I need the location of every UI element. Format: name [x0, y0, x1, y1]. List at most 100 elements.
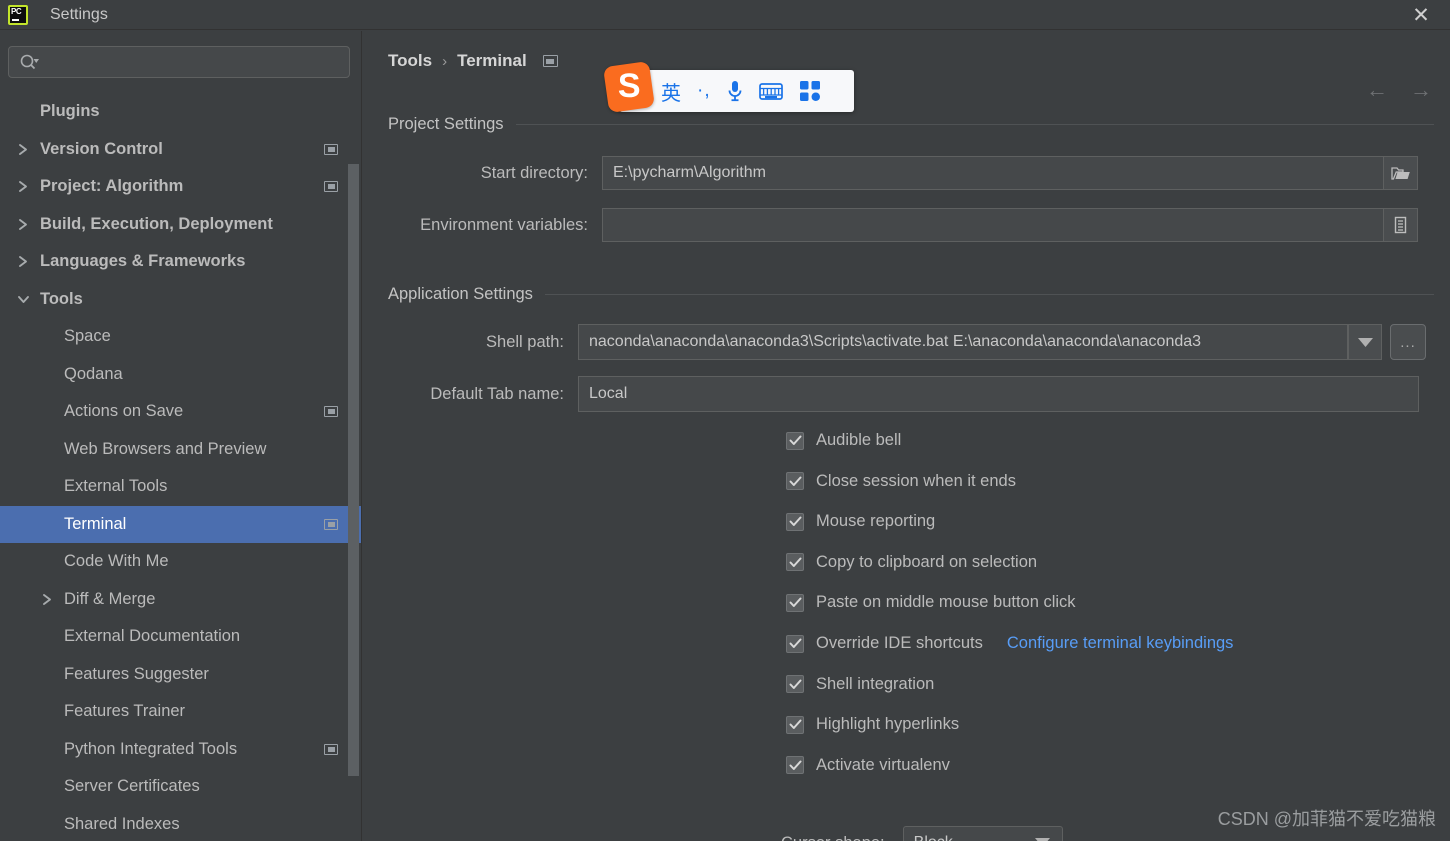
folder-open-icon[interactable] — [1384, 156, 1418, 190]
checkbox-label: Paste on middle mouse button click — [816, 593, 1076, 612]
settings-main-panel: Tools › Terminal ← → Project Settings St… — [363, 31, 1450, 841]
project-settings-section-header: Project Settings — [388, 115, 1434, 134]
sidebar-item-code-with-me[interactable]: Code With Me — [0, 543, 361, 581]
configure-terminal-keybindings-link[interactable]: Configure terminal keybindings — [1007, 634, 1234, 653]
sidebar-item-languages-frameworks[interactable]: Languages & Frameworks — [0, 243, 361, 281]
checkbox-label: Audible bell — [816, 431, 902, 449]
environment-variables-label: Environment variables: — [420, 215, 588, 234]
sidebar-item-external-tools[interactable]: External Tools — [0, 468, 361, 506]
sidebar-item-version-control[interactable]: Version Control — [0, 131, 361, 169]
sidebar-item-label: Terminal — [64, 514, 127, 533]
apps-grid-icon[interactable] — [799, 80, 821, 102]
sidebar-item-plugins[interactable]: Plugins — [0, 93, 361, 131]
pycharm-logo-text: PC — [11, 6, 22, 16]
ime-language-mode-button[interactable]: 英 — [661, 77, 681, 106]
sidebar-item-label: Languages & Frameworks — [40, 252, 246, 271]
checkmark-icon[interactable] — [786, 472, 804, 491]
start-directory-input[interactable] — [602, 156, 1384, 190]
close-icon[interactable]: ✕ — [1406, 0, 1436, 30]
sidebar-item-label: Code With Me — [64, 552, 169, 571]
checkbox-activate-virtualenv[interactable]: Activate virtualenv — [786, 756, 950, 775]
settings-sidebar: Plugins Version Control Project: Algorithm… — [0, 31, 362, 841]
microphone-icon[interactable] — [727, 79, 743, 103]
default-tab-name-label: Default Tab name: — [430, 384, 564, 403]
nav-back-icon[interactable]: ← — [1366, 79, 1388, 101]
search-input[interactable] — [45, 54, 349, 70]
breadcrumb-current: Terminal — [457, 51, 527, 70]
nav-forward-icon[interactable]: → — [1410, 79, 1432, 101]
keyboard-icon[interactable] — [758, 82, 783, 101]
chevron-right-icon[interactable] — [16, 255, 30, 269]
sidebar-item-label: Features Trainer — [64, 702, 186, 721]
checkbox-paste-on-middle-mouse-button-click[interactable]: Paste on middle mouse button click — [786, 593, 1076, 612]
sidebar-item-build-execution-deployment[interactable]: Build, Execution, Deployment — [0, 206, 361, 244]
search-field[interactable] — [8, 46, 350, 78]
checkmark-icon[interactable] — [786, 634, 804, 653]
sidebar-item-features-suggester[interactable]: Features Suggester — [0, 656, 361, 694]
sidebar-item-shared-indexes[interactable]: Shared Indexes — [0, 806, 361, 841]
sidebar-item-label: Project: Algorithm — [40, 177, 184, 196]
navigation-arrows: ← → — [1366, 79, 1432, 101]
ime-punctuation-toggle-button[interactable]: ·, — [697, 80, 711, 102]
chevron-down-icon[interactable] — [16, 292, 30, 306]
sidebar-item-external-documentation[interactable]: External Documentation — [0, 618, 361, 656]
checkbox-override-ide-shortcuts[interactable]: Override IDE shortcuts Configure terminal… — [786, 634, 1233, 653]
checkmark-icon[interactable] — [786, 593, 804, 612]
window-title-bar: PC Settings ✕ — [0, 0, 1450, 30]
sidebar-item-tools[interactable]: Tools — [0, 281, 361, 319]
sidebar-scrollbar[interactable] — [348, 164, 359, 776]
start-directory-label: Start directory: — [480, 163, 588, 182]
checkmark-icon[interactable] — [786, 431, 804, 450]
checkmark-icon[interactable] — [786, 553, 804, 572]
shell-path-input[interactable] — [578, 324, 1348, 360]
project-settings-title: Project Settings — [388, 115, 504, 133]
chevron-right-icon[interactable] — [16, 180, 30, 194]
project-level-indicator-icon — [324, 143, 338, 155]
checkbox-shell-integration[interactable]: Shell integration — [786, 675, 934, 694]
pycharm-logo-bar — [12, 18, 19, 21]
sidebar-item-diff-merge[interactable]: Diff & Merge — [0, 581, 361, 619]
default-tab-name-input[interactable] — [578, 376, 1419, 412]
sidebar-item-web-browsers-and-preview[interactable]: Web Browsers and Preview — [0, 431, 361, 469]
checkbox-highlight-hyperlinks[interactable]: Highlight hyperlinks — [786, 715, 959, 734]
checkbox-copy-to-clipboard-on-selection[interactable]: Copy to clipboard on selection — [786, 553, 1037, 572]
checkmark-icon[interactable] — [786, 756, 804, 775]
sidebar-item-python-integrated-tools[interactable]: Python Integrated Tools — [0, 731, 361, 769]
sidebar-item-space[interactable]: Space — [0, 318, 361, 356]
sogou-logo-icon[interactable]: S — [603, 61, 655, 113]
settings-tree: Plugins Version Control Project: Algorithm… — [0, 93, 361, 841]
shell-path-browse-button[interactable]: ... — [1390, 324, 1426, 360]
checkmark-icon[interactable] — [786, 512, 804, 531]
start-directory-row: Start directory: — [388, 156, 1434, 190]
sidebar-item-project-algorithm[interactable]: Project: Algorithm — [0, 168, 361, 206]
checkbox-label: Close session when it ends — [816, 471, 1016, 490]
sidebar-item-features-trainer[interactable]: Features Trainer — [0, 693, 361, 731]
project-level-indicator-icon — [324, 181, 338, 193]
shell-path-label: Shell path: — [486, 332, 564, 351]
shell-path-dropdown-icon[interactable] — [1348, 324, 1382, 360]
checkbox-close-session-when-it-ends[interactable]: Close session when it ends — [786, 472, 1016, 491]
breadcrumb-parent[interactable]: Tools — [388, 51, 432, 71]
list-document-icon[interactable] — [1384, 208, 1418, 242]
checkbox-label: Activate virtualenv — [816, 755, 950, 774]
sidebar-item-server-certificates[interactable]: Server Certificates — [0, 768, 361, 806]
checkmark-icon[interactable] — [786, 675, 804, 694]
sidebar-item-qodana[interactable]: Qodana — [0, 356, 361, 394]
checkbox-mouse-reporting[interactable]: Mouse reporting — [786, 512, 935, 531]
chevron-right-icon[interactable] — [40, 592, 54, 606]
chevron-right-icon[interactable] — [16, 217, 30, 231]
checkbox-label: Copy to clipboard on selection — [816, 552, 1038, 571]
chevron-right-icon[interactable] — [16, 142, 30, 156]
checkbox-audible-bell[interactable]: Audible bell — [786, 431, 901, 450]
sidebar-item-label: Features Suggester — [64, 664, 209, 683]
cursor-shape-label: Cursor shape: — [781, 834, 885, 841]
sidebar-item-actions-on-save[interactable]: Actions on Save — [0, 393, 361, 431]
shell-path-row: Shell path: ... — [388, 324, 1434, 360]
project-level-indicator-icon — [324, 518, 338, 530]
checkmark-icon[interactable] — [786, 715, 804, 734]
sidebar-item-terminal[interactable]: Terminal — [0, 505, 361, 543]
checkbox-label: Highlight hyperlinks — [816, 715, 960, 734]
sidebar-item-label: External Documentation — [64, 627, 241, 646]
environment-variables-input[interactable] — [602, 208, 1384, 242]
cursor-shape-select[interactable]: Block — [902, 826, 1063, 841]
